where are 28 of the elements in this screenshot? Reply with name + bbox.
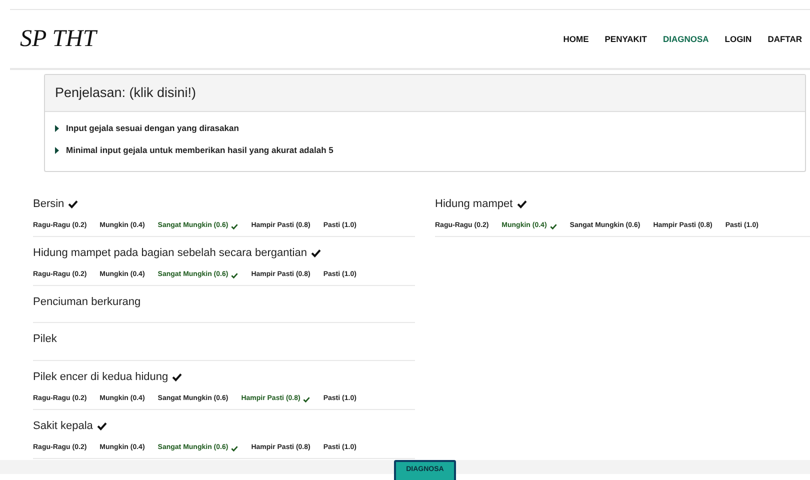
check-icon — [550, 223, 557, 230]
nav-link[interactable]: LOGIN — [716, 32, 760, 46]
check-icon — [68, 199, 78, 209]
symptom-name[interactable]: Hidung mampet — [435, 196, 513, 212]
nav-link[interactable]: PENYAKIT — [596, 32, 655, 46]
symptom-name[interactable]: Bersin — [33, 196, 64, 212]
symptom-name[interactable]: Pilek encer di kedua hidung — [33, 368, 168, 386]
caret-icon — [55, 125, 59, 132]
symptom-name[interactable]: Sakit kepala — [33, 418, 93, 434]
nav-link[interactable]: HOME — [555, 32, 597, 46]
nav-link[interactable]: DAFTAR — [760, 32, 810, 46]
info-text: Minimal input gejala untuk memberikan hasil yang akurat adalah 5 — [66, 144, 334, 157]
symptom-name[interactable]: Penciuman berkurang — [33, 294, 141, 310]
check-icon — [303, 396, 310, 403]
panel-title[interactable]: Penjelasan: (klik disini!) — [55, 85, 196, 100]
caret-icon — [55, 146, 59, 154]
check-icon — [172, 372, 182, 382]
check-icon — [231, 223, 238, 230]
nav-link[interactable]: DIAGNOSA — [654, 32, 717, 46]
check-icon — [96, 421, 107, 431]
check-icon — [310, 248, 321, 258]
check-icon — [231, 272, 238, 279]
symptom-name[interactable]: Pilek — [33, 331, 57, 348]
check-icon — [516, 199, 527, 209]
check-icon — [231, 445, 238, 452]
info-text: Input gejala sesuai dengan yang dirasakan — [66, 122, 239, 135]
site-logo[interactable]: SP THT — [20, 21, 96, 57]
symptom-name[interactable]: Hidung mampet pada bagian sebelah secara bergantian — [33, 244, 307, 262]
